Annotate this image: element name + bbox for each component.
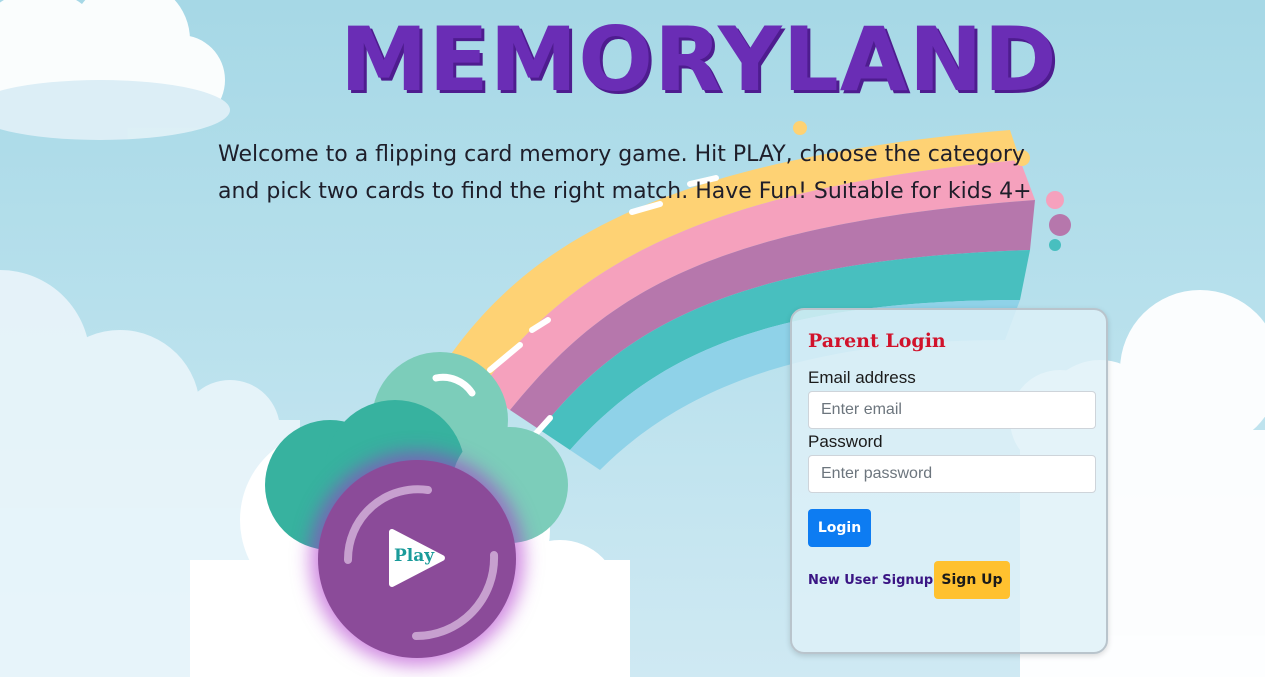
- email-field[interactable]: [808, 391, 1096, 429]
- play-label: Play: [394, 546, 435, 566]
- cloud-top-left: [0, 0, 230, 140]
- signup-row: New User Signup Sign Up: [808, 561, 1090, 599]
- new-user-signup-text: New User Signup: [808, 573, 934, 588]
- page-title: MEMORYLAND: [340, 8, 1058, 111]
- login-button[interactable]: Login: [808, 509, 871, 547]
- parent-login-card: Parent Login Email address Password Logi…: [790, 308, 1108, 654]
- email-label: Email address: [808, 368, 916, 387]
- login-title: Parent Login: [808, 330, 946, 352]
- password-field[interactable]: [808, 455, 1096, 493]
- intro-text: Welcome to a flipping card memory game. …: [218, 142, 1032, 204]
- password-label: Password: [808, 432, 883, 451]
- signup-button[interactable]: Sign Up: [934, 561, 1010, 599]
